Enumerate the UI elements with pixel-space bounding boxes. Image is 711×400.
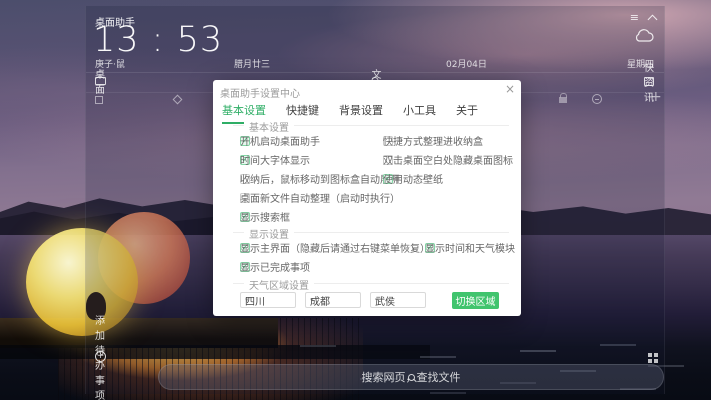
- checkbox-label: 显示时间和天气模块: [425, 240, 515, 255]
- checkbox-show-time-weather[interactable]: 显示时间和天气模块: [425, 242, 435, 253]
- checkbox-label: 收纳后，鼠标移动到图标盒自动展开: [240, 171, 400, 186]
- city-value: 成都: [310, 293, 330, 308]
- water-light-streaks: [0, 0, 36, 2]
- tab-background-settings[interactable]: 背景设置: [339, 102, 383, 124]
- checkbox-dynamic-wallpaper[interactable]: 使用动态壁纸: [383, 173, 393, 184]
- checkbox-auto-organize-new-files[interactable]: 桌面新文件自动整理（启动时执行）: [240, 192, 250, 203]
- checkbox-double-click-hide-icons[interactable]: 双击桌面空白处隐藏桌面图标: [383, 154, 393, 165]
- date: 02月04日: [446, 57, 487, 70]
- dialog-title: 桌面助手设置中心: [220, 85, 300, 100]
- plus-icon[interactable]: +: [650, 89, 662, 105]
- checkbox-label: 显示已完成事项: [240, 259, 310, 274]
- section-legend: 显示设置: [244, 226, 294, 241]
- checkbox-label: 使用动态壁纸: [383, 171, 443, 186]
- grid-icon[interactable]: [648, 353, 652, 357]
- switch-region-button[interactable]: 切换区域: [452, 292, 499, 309]
- lock-icon[interactable]: [559, 97, 567, 103]
- minus-circle-icon[interactable]: [592, 94, 602, 104]
- basic-right-column: 快捷方式整理进收纳盒 双击桌面空白处隐藏桌面图标 使用动态壁纸: [383, 135, 393, 184]
- weather-region-controls: 四川 ▾ 成都 ▾ 武侯 ▾: [240, 292, 426, 308]
- settings-dialog: 桌面助手设置中心 × 基本设置 快捷键 背景设置 小工具 关于 基本设置 开机启…: [213, 80, 521, 316]
- checkbox-show-search-box[interactable]: 显示搜索框: [240, 211, 250, 222]
- checkbox-large-time-font[interactable]: 时间大字体显示: [240, 154, 250, 165]
- bottom-search-bar[interactable]: 搜索网页，查找文件: [158, 364, 664, 390]
- district-value: 武侯: [375, 293, 395, 308]
- checkbox-label: 时间大字体显示: [240, 152, 310, 167]
- desktop-screen: 桌面助手 ≡ 13 : 53 庚子·鼠 腊月廿三 02月04日 星期四 桌面 文…: [0, 0, 711, 400]
- section-legend: 天气区域设置: [244, 277, 314, 292]
- checkbox-label: 开机启动桌面助手: [240, 133, 320, 148]
- close-icon[interactable]: ×: [505, 83, 515, 95]
- display-right-column: 显示时间和天气模块: [425, 242, 435, 253]
- district-select[interactable]: 武侯 ▾: [370, 292, 426, 308]
- section-basic-settings: 基本设置 开机启动桌面助手 时间大字体显示 收纳后，鼠标移动到图标盒自动展开 桌…: [233, 125, 509, 227]
- widget-square-icon[interactable]: [95, 96, 103, 104]
- desktop-toggle[interactable]: 桌面: [95, 77, 106, 85]
- tab-about[interactable]: 关于: [456, 102, 478, 124]
- checkbox-label: 显示搜索框: [240, 209, 290, 224]
- checkbox-autostart[interactable]: 开机启动桌面助手: [240, 135, 250, 146]
- widget-diamond-icon[interactable]: [173, 95, 183, 105]
- window-controls: ≡: [630, 12, 656, 23]
- checkbox-label: 显示主界面（隐藏后请通过右键菜单恢复）: [240, 240, 430, 255]
- basic-left-column: 开机启动桌面助手 时间大字体显示 收纳后，鼠标移动到图标盒自动展开 桌面新文件自…: [240, 135, 250, 222]
- weather-cloud-icon: [633, 28, 655, 42]
- section-display-settings: 显示设置 显示主界面（隐藏后请通过右键菜单恢复） 显示已完成事项 显示时间和天气…: [233, 232, 509, 278]
- checkbox-shortcuts-to-box[interactable]: 快捷方式整理进收纳盒: [383, 135, 393, 146]
- city-select[interactable]: 成都 ▾: [305, 292, 361, 308]
- quick-news[interactable]: 快资讯: [644, 77, 654, 86]
- province-select[interactable]: 四川 ▾: [240, 292, 296, 308]
- checkbox-label: 桌面新文件自动整理（启动时执行）: [240, 190, 400, 205]
- checkbox-hover-expand-box[interactable]: 收纳后，鼠标移动到图标盒自动展开: [240, 173, 250, 184]
- collapse-icon[interactable]: [648, 14, 658, 24]
- display-left-column: 显示主界面（隐藏后请通过右键菜单恢复） 显示已完成事项: [240, 242, 250, 272]
- section-weather-region: 天气区域设置 四川 ▾ 成都 ▾ 武侯 ▾ 切换区域: [233, 283, 509, 313]
- menu-icon[interactable]: ≡: [630, 12, 639, 23]
- add-todo-label: 添加待办事项: [95, 312, 106, 400]
- search-placeholder: 搜索网页，查找文件: [362, 369, 461, 385]
- province-value: 四川: [245, 293, 265, 308]
- add-todo-button[interactable]: 添加待办事项: [95, 351, 106, 362]
- checkbox-show-completed-todos[interactable]: 显示已完成事项: [240, 261, 250, 272]
- checkbox-label: 快捷方式整理进收纳盒: [383, 133, 483, 148]
- time-display: 13 : 53: [93, 20, 223, 60]
- checkbox-show-main-ui[interactable]: 显示主界面（隐藏后请通过右键菜单恢复）: [240, 242, 250, 253]
- tab-widgets[interactable]: 小工具: [403, 102, 436, 124]
- lunar-date: 腊月廿三: [234, 57, 270, 70]
- section-legend: 基本设置: [244, 119, 294, 134]
- checkbox-label: 双击桌面空白处隐藏桌面图标: [383, 152, 513, 167]
